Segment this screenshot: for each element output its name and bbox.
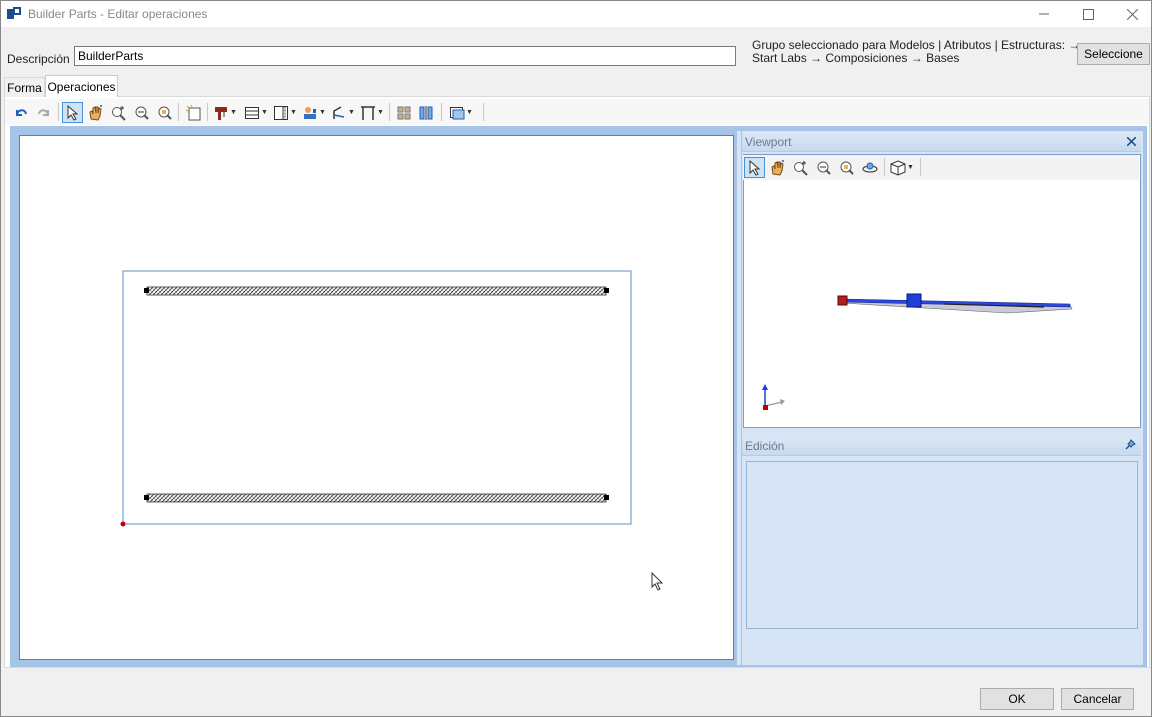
drill-icon <box>215 106 228 120</box>
viewport-close-button[interactable] <box>1126 134 1137 149</box>
pan-tool-button[interactable] <box>85 102 106 123</box>
view-mode-dropdown[interactable]: ▼ <box>447 102 475 123</box>
path-tool-dropdown[interactable]: ▼ <box>329 102 357 123</box>
edit-panel-title: Edición <box>745 439 785 453</box>
viewport-select-button[interactable] <box>744 157 765 178</box>
align-icon <box>419 105 432 120</box>
maximize-button[interactable] <box>1065 1 1111 27</box>
shelf-icon <box>245 106 260 119</box>
tool-dropdown[interactable]: ▼ <box>300 102 328 123</box>
zoom-in-icon <box>793 160 808 176</box>
shelf-tool-dropdown[interactable]: ▼ <box>242 102 270 123</box>
zoom-in-button[interactable] <box>108 102 129 123</box>
app-logo-icon <box>7 7 21 19</box>
selected-group-info: Grupo seleccionado para Modelos | Atribu… <box>752 39 1080 65</box>
viewport-panel-header: Viewport <box>742 132 1141 152</box>
viewport-view-cube-dropdown[interactable]: ▼ <box>888 157 916 178</box>
path-icon <box>333 105 345 119</box>
description-label: Descripción <box>7 52 70 66</box>
edit-panel-header: Edición <box>742 436 1141 456</box>
undo-button[interactable] <box>10 102 31 123</box>
tool-icon <box>304 106 317 119</box>
panel-tool-dropdown[interactable]: ▼ <box>271 102 299 123</box>
plan-canvas[interactable] <box>19 135 734 660</box>
select-group-button[interactable]: Seleccione <box>1077 43 1150 65</box>
zoom-out-icon <box>135 106 149 120</box>
undo-icon <box>15 108 27 116</box>
orbit-icon <box>862 162 877 172</box>
viewport-zoom-out-button[interactable] <box>813 157 834 178</box>
redo-icon <box>37 108 49 116</box>
model-handle-red[interactable] <box>837 295 848 306</box>
editor-window: Builder Parts - Editar operaciones Descr… <box>0 0 1152 717</box>
pin-icon <box>1125 439 1136 450</box>
model-handle-blue[interactable] <box>906 293 922 308</box>
group-path-line-2: Start Labs → Composiciones → Bases <box>752 51 960 65</box>
edit-panel-pin-button[interactable] <box>1125 439 1136 453</box>
top-part[interactable] <box>144 286 609 296</box>
viewport-zoom-extents-button[interactable] <box>836 157 857 178</box>
close-icon <box>1126 8 1138 20</box>
select-pointer-icon <box>67 104 78 121</box>
align-button[interactable] <box>415 102 436 123</box>
title-bar: Builder Parts - Editar operaciones <box>1 1 1151 27</box>
viewport-3d[interactable] <box>743 154 1141 428</box>
viewport-toolbar: ▼ <box>743 155 1139 180</box>
viewport-orbit-button[interactable] <box>859 157 880 178</box>
window-title: Builder Parts - Editar operaciones <box>28 7 208 21</box>
minimize-icon <box>1039 13 1049 15</box>
selection-outline[interactable] <box>122 270 632 525</box>
panel-icon <box>274 105 289 120</box>
edit-panel-body <box>746 461 1138 629</box>
main-toolbar: ▼ ▼ ▼ ▼ ▼ ▼ ▼ <box>5 99 1149 125</box>
tab-forma[interactable]: Forma <box>4 77 45 97</box>
zoom-out-icon <box>817 161 831 175</box>
vertical-splitter[interactable] <box>737 131 741 665</box>
frame-icon <box>361 105 376 120</box>
group-button[interactable] <box>393 102 414 123</box>
maximize-icon <box>1082 8 1094 20</box>
view-mode-icon <box>450 106 465 119</box>
cancel-button[interactable]: Cancelar <box>1061 688 1134 710</box>
view-cube-icon <box>890 159 906 176</box>
zoom-extents-button[interactable] <box>154 102 175 123</box>
close-button[interactable] <box>1109 1 1152 27</box>
description-input[interactable] <box>74 46 736 66</box>
minimize-button[interactable] <box>1021 1 1067 27</box>
zoom-out-button[interactable] <box>131 102 152 123</box>
bottom-part[interactable] <box>144 493 609 503</box>
pan-hand-icon <box>770 159 784 176</box>
close-icon <box>1126 136 1137 147</box>
group-icon <box>397 106 410 119</box>
mouse-cursor-icon <box>651 572 664 591</box>
viewport-scene <box>762 293 1073 410</box>
origin-marker <box>120 521 126 527</box>
axis-gizmo <box>762 384 785 410</box>
tab-operaciones[interactable]: Operaciones <box>45 75 118 97</box>
redo-button[interactable] <box>33 102 54 123</box>
viewport-panel-title: Viewport <box>745 135 792 149</box>
select-tool-button[interactable] <box>62 102 83 123</box>
frame-tool-dropdown[interactable]: ▼ <box>358 102 386 123</box>
zoom-extents-icon <box>158 106 172 120</box>
drill-tool-dropdown[interactable]: ▼ <box>211 102 239 123</box>
plan-drawing <box>120 270 632 527</box>
zoom-extents-icon <box>840 161 854 175</box>
new-operation-button[interactable] <box>183 102 204 123</box>
select-pointer-icon <box>749 159 760 176</box>
zoom-in-icon <box>111 105 126 121</box>
new-operation-icon <box>185 104 200 120</box>
viewport-pan-button[interactable] <box>767 157 788 178</box>
pan-hand-icon <box>88 104 102 121</box>
viewport-zoom-in-button[interactable] <box>790 157 811 178</box>
ok-button[interactable]: OK <box>980 688 1054 710</box>
